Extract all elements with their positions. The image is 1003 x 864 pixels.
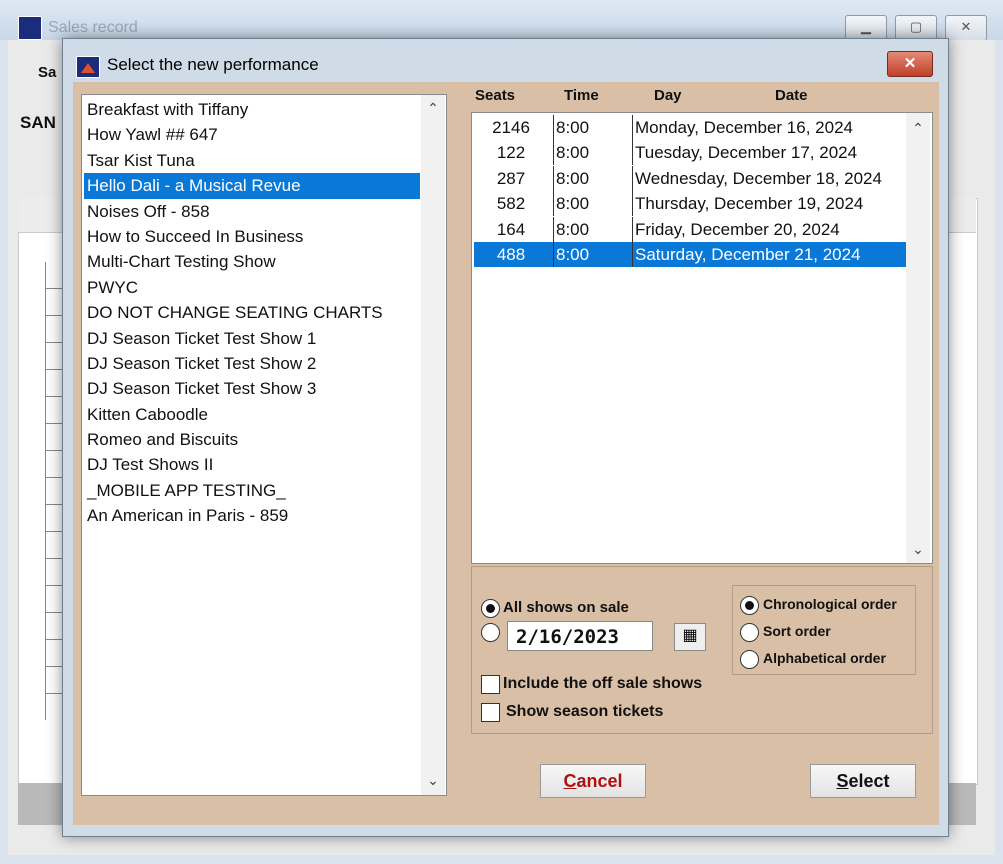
show-list-item[interactable]: PWYC <box>84 275 420 300</box>
chronological-radio[interactable] <box>740 596 759 615</box>
show-list-item[interactable]: DO NOT CHANGE SEATING CHARTS <box>84 300 420 325</box>
show-list-item[interactable]: Tsar Kist Tuna <box>84 148 420 173</box>
header-time: Time <box>564 87 599 104</box>
performance-row[interactable]: 122 8:00 Tuesday, December 17, 2024 <box>474 140 906 166</box>
performance-row[interactable]: 582 8:00 Thursday, December 19, 2024 <box>474 191 906 217</box>
show-list-item[interactable]: Romeo and Biscuits <box>84 427 420 452</box>
seats-cell: 2146 <box>492 118 530 137</box>
header-seats: Seats <box>475 87 516 104</box>
include-off-sale-label: Include the off sale shows <box>503 675 703 692</box>
performance-row[interactable]: 488 8:00 Saturday, December 21, 2024 <box>474 242 906 267</box>
seats-cell: 287 <box>496 168 526 188</box>
dialog-close-button[interactable]: ✕ <box>887 51 933 77</box>
select-label: elect <box>848 771 890 791</box>
scroll-down-icon[interactable]: ⌄ <box>906 538 930 560</box>
season-tickets-label: Show season tickets <box>506 703 664 720</box>
include-off-sale-checkbox[interactable] <box>481 675 500 694</box>
date-cell: Wednesday, December 18, 2024 <box>632 165 882 191</box>
background-label: Sa <box>38 64 57 81</box>
seats-cell: 488 <box>496 245 526 264</box>
dialog-title: Select the new performance <box>107 55 319 74</box>
time-cell: 8:00 <box>553 191 634 217</box>
scroll-up-icon[interactable]: ⌃ <box>421 97 445 119</box>
date-cell: Thursday, December 19, 2024 <box>632 191 863 217</box>
show-list-item[interactable]: DJ Season Ticket Test Show 1 <box>84 326 420 351</box>
date-radio[interactable] <box>481 623 500 642</box>
all-shows-label: All shows on sale <box>503 599 629 616</box>
alphabetical-label: Alphabetical order <box>763 650 886 666</box>
performance-grid[interactable]: 2146 8:00 Monday, December 16, 2024 122 8:00… <box>471 112 933 564</box>
show-list-item[interactable]: _MOBILE APP TESTING_ <box>84 478 420 503</box>
header-date: Date <box>775 87 808 104</box>
all-shows-radio[interactable] <box>481 599 500 618</box>
filter-options-group: All shows on sale 2/16/2023 ▦ Include th… <box>471 566 933 734</box>
performance-row[interactable]: 287 8:00 Wednesday, December 18, 2024 <box>474 165 906 191</box>
show-list-item[interactable]: Multi-Chart Testing Show <box>84 249 420 274</box>
dialog-titlebar[interactable]: Select the new performance ✕ <box>63 39 948 83</box>
time-cell: 8:00 <box>553 216 634 242</box>
select-mnemonic: S <box>836 771 849 791</box>
performance-row[interactable]: 2146 8:00 Monday, December 16, 2024 <box>474 115 906 140</box>
date-cell: Monday, December 16, 2024 <box>632 115 853 140</box>
cancel-mnemonic: C <box>563 771 577 791</box>
cancel-button[interactable]: Cancel <box>540 764 646 798</box>
show-list[interactable]: Breakfast with Tiffany How Yawl ## 647 Tsa… <box>81 94 447 796</box>
show-list-item[interactable]: How Yawl ## 647 <box>84 122 420 147</box>
cancel-label: ancel <box>576 771 623 791</box>
header-day: Day <box>654 87 682 104</box>
dialog-client: Breakfast with Tiffany How Yawl ## 647 Tsa… <box>73 82 939 825</box>
sort-options-group: Chronological order Sort order Alphabeti… <box>732 585 916 675</box>
time-cell: 8:00 <box>553 242 634 267</box>
show-list-item[interactable]: Breakfast with Tiffany <box>84 97 420 122</box>
background-titlebar: Sales record ▁ ▢ ✕ <box>0 0 1003 41</box>
seats-cell: 164 <box>496 219 526 239</box>
performance-scrollbar[interactable]: ⌃ ⌄ <box>906 113 930 563</box>
time-cell: 8:00 <box>553 140 634 166</box>
select-performance-dialog: Select the new performance ✕ Breakfast w… <box>62 38 949 837</box>
show-list-item[interactable]: DJ Season Ticket Test Show 3 <box>84 376 420 401</box>
show-list-item[interactable]: Noises Off - 858 <box>84 199 420 224</box>
time-cell: 8:00 <box>553 115 634 140</box>
show-list-item[interactable]: DJ Season Ticket Test Show 2 <box>84 351 420 376</box>
seats-cell: 122 <box>496 143 526 163</box>
date-cell: Tuesday, December 17, 2024 <box>632 140 857 166</box>
show-list-item[interactable]: Kitten Caboodle <box>84 402 420 427</box>
app-icon <box>18 16 42 40</box>
show-list-items: Breakfast with Tiffany How Yawl ## 647 Tsa… <box>84 97 420 529</box>
alphabetical-radio[interactable] <box>740 650 759 669</box>
app-icon <box>76 56 100 78</box>
background-window-title: Sales record <box>48 19 138 36</box>
scroll-down-icon[interactable]: ⌄ <box>421 769 445 791</box>
season-tickets-checkbox[interactable] <box>481 703 500 722</box>
background-heading: SAN <box>20 113 56 132</box>
time-cell: 8:00 <box>553 165 634 191</box>
select-button[interactable]: Select <box>810 764 916 798</box>
show-list-item[interactable]: DJ Test Shows II <box>84 452 420 477</box>
date-cell: Saturday, December 21, 2024 <box>632 242 861 267</box>
sort-order-label: Sort order <box>763 623 831 639</box>
show-list-item[interactable]: Hello Dali - a Musical Revue <box>84 173 420 199</box>
scroll-up-icon[interactable]: ⌃ <box>906 117 930 139</box>
date-field[interactable]: 2/16/2023 <box>507 621 653 651</box>
show-list-item[interactable]: An American in Paris - 859 <box>84 503 420 528</box>
date-cell: Friday, December 20, 2024 <box>632 216 840 242</box>
show-list-scrollbar[interactable]: ⌃ ⌄ <box>421 95 445 795</box>
performance-row[interactable]: 164 8:00 Friday, December 20, 2024 <box>474 216 906 242</box>
chronological-label: Chronological order <box>763 596 897 612</box>
calendar-icon[interactable]: ▦ <box>674 623 706 651</box>
show-list-item[interactable]: How to Succeed In Business <box>84 224 420 249</box>
sort-order-radio[interactable] <box>740 623 759 642</box>
close-button[interactable]: ✕ <box>945 15 987 41</box>
seats-cell: 582 <box>496 194 526 214</box>
